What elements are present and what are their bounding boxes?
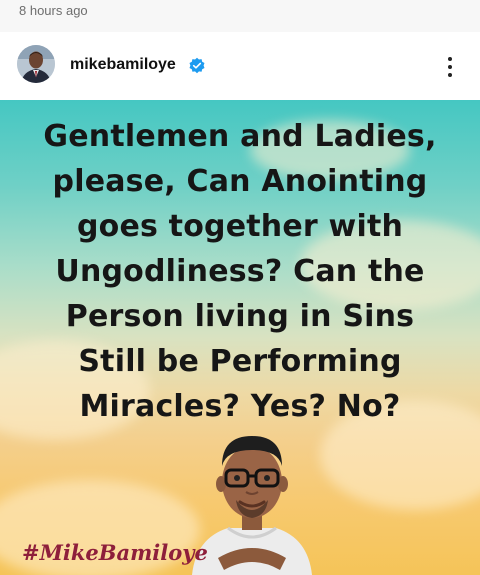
quote-line: Still be Performing xyxy=(78,344,402,379)
verified-badge-icon xyxy=(189,57,205,74)
quote-line: please, Can Anointing xyxy=(52,164,428,199)
username[interactable]: mikebamiloye xyxy=(70,56,176,74)
more-options-icon[interactable] xyxy=(440,54,460,80)
quote-line: Gentlemen and Ladies, xyxy=(43,119,437,154)
quote-text: Gentlemen and Ladies, please, Can Anoint… xyxy=(14,114,466,429)
quote-line: Person living in Sins xyxy=(65,299,415,334)
avatar[interactable] xyxy=(17,45,55,83)
quote-line: Ungodliness? Can the xyxy=(55,254,425,289)
quote-line: goes together with xyxy=(76,209,404,244)
post-image: Gentlemen and Ladies, please, Can Anoint… xyxy=(0,100,480,575)
post-header: mikebamiloye xyxy=(0,32,480,100)
hashtag-watermark: #MikeBamiloye xyxy=(22,540,208,565)
timestamp: 8 hours ago xyxy=(19,3,88,18)
